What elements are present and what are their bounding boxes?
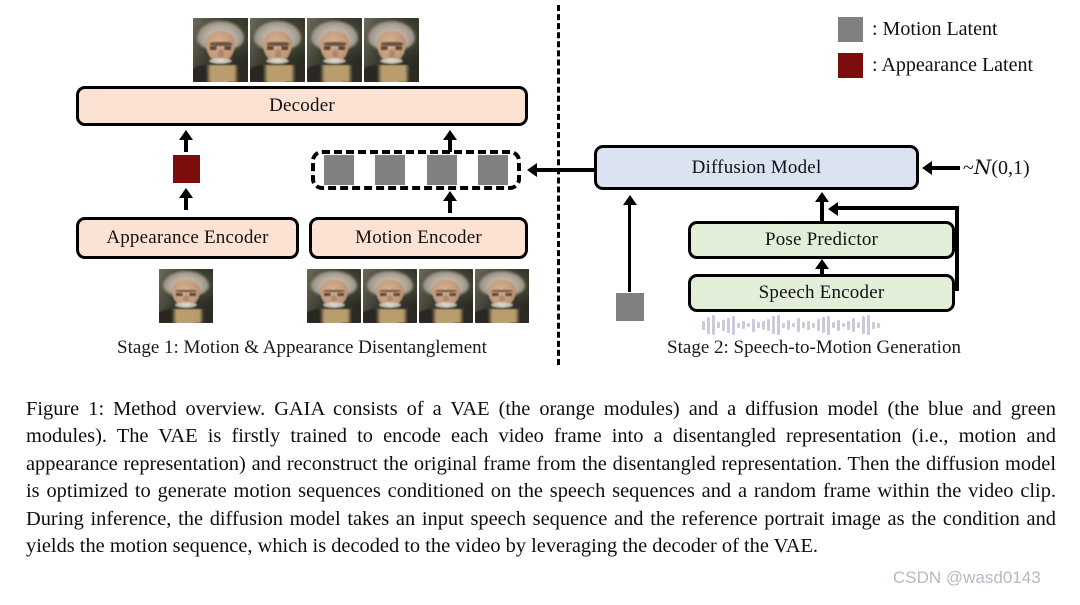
legend-item-label: : Appearance Latent [872, 54, 1034, 76]
input-frames-filmstrip [307, 269, 529, 323]
waveform-bar [737, 322, 740, 328]
appearance-encoder-box[interactable]: Appearance Encoder [76, 217, 299, 259]
motion-latent-swatch-icon [838, 17, 863, 42]
decoder-label: Decoder [269, 95, 335, 116]
waveform-bar [712, 315, 715, 335]
reconstructed-frames-filmstrip [193, 18, 419, 82]
motion-latent-square [477, 155, 508, 185]
video-frame [364, 18, 419, 82]
waveform-bar [782, 322, 785, 328]
waveform-bar [767, 319, 770, 331]
waveform-bar [797, 318, 800, 332]
waveform-bar [762, 320, 765, 330]
waveform-bar [807, 320, 810, 330]
legend-item-appearance-latent: : Appearance Latent [838, 53, 1033, 78]
feedback-path-vertical [955, 206, 959, 289]
waveform-bar [842, 323, 845, 327]
waveform-bar [872, 321, 875, 329]
waveform-bar [837, 319, 840, 331]
speech-encoder-box[interactable]: Speech Encoder [688, 274, 955, 312]
waveform-bar [707, 316, 710, 334]
waveform-bar [817, 319, 820, 331]
motion-latent-sequence-group [311, 150, 521, 190]
arrow-motion-encoder-to-latents [443, 191, 457, 213]
random-frame-motion-latent-square [616, 293, 644, 321]
speech-waveform [702, 313, 880, 337]
legend: : Motion Latent : Appearance Latent [838, 17, 1033, 89]
arrow-speech-encoder-to-diffusion [828, 202, 959, 217]
video-frame [475, 269, 529, 323]
script-n-glyph: N [973, 155, 992, 179]
motion-latent-square [375, 155, 406, 185]
appearance-latent-square [173, 155, 200, 183]
waveform-bar [857, 322, 860, 328]
stage-divider [557, 5, 560, 365]
appearance-encoder-label: Appearance Encoder [106, 227, 269, 248]
motion-latent-square [324, 155, 354, 185]
waveform-bar [777, 315, 780, 335]
watermark: CSDN @wasd0143 [893, 568, 1041, 587]
waveform-bar [732, 315, 735, 335]
waveform-bar [772, 316, 775, 334]
stage2-caption: Stage 2: Speech-to-Motion Generation [667, 337, 961, 358]
arrow-diffusion-to-motion-latents [527, 163, 595, 177]
video-frame [159, 269, 213, 323]
waveform-bar [752, 318, 755, 332]
video-frame [193, 18, 248, 82]
reference-frame-thumbnail [159, 269, 213, 323]
waveform-bar [832, 322, 835, 328]
waveform-bar [802, 322, 805, 328]
legend-item-label: : Motion Latent [872, 18, 998, 40]
waveform-bar [792, 323, 795, 327]
video-frame [419, 269, 473, 323]
figure-page: : Motion Latent : Appearance Latent Deco… [0, 0, 1080, 605]
pose-predictor-box[interactable]: Pose Predictor [688, 221, 955, 259]
waveform-bar [812, 322, 815, 328]
motion-latent-square [426, 155, 457, 185]
motion-encoder-label: Motion Encoder [355, 227, 482, 248]
diffusion-model-label: Diffusion Model [691, 156, 822, 178]
arrow-motion-latents-to-decoder [443, 130, 457, 152]
decoder-box[interactable]: Decoder [76, 86, 528, 126]
waveform-bar [877, 322, 880, 328]
waveform-bar [722, 319, 725, 331]
speech-encoder-label: Speech Encoder [758, 282, 885, 303]
waveform-bar [747, 323, 750, 327]
stage1-caption: Stage 1: Motion & Appearance Disentangle… [117, 337, 487, 358]
waveform-bar [867, 315, 870, 335]
waveform-bar [852, 318, 855, 332]
waveform-bar [822, 317, 825, 333]
waveform-bar [757, 322, 760, 328]
figure-caption: Figure 1: Method overview. GAIA consists… [26, 398, 1056, 558]
diffusion-model-box[interactable]: Diffusion Model [594, 145, 919, 190]
video-frame [307, 269, 361, 323]
legend-item-motion-latent: : Motion Latent [838, 17, 1033, 42]
waveform-bar [742, 321, 745, 329]
arrow-appearance-encoder-to-latent [179, 188, 193, 210]
waveform-bar [702, 320, 705, 330]
waveform-bar [787, 320, 790, 330]
video-frame [250, 18, 305, 82]
arrow-noise-to-diffusion [922, 161, 960, 175]
waveform-bar [827, 315, 830, 335]
arrow-pose-predictor-to-diffusion [815, 192, 829, 224]
motion-encoder-box[interactable]: Motion Encoder [309, 217, 528, 259]
appearance-latent-swatch-icon [838, 53, 863, 78]
noise-distribution-label: ~N(0,1) [963, 155, 1030, 179]
pose-predictor-label: Pose Predictor [764, 229, 879, 250]
waveform-bar [727, 317, 730, 333]
waveform-bar [862, 316, 865, 334]
video-frame [363, 269, 417, 323]
video-frame [307, 18, 362, 82]
arrow-appearance-latent-to-decoder [179, 130, 193, 152]
waveform-bar [847, 320, 850, 330]
waveform-bar [717, 322, 720, 328]
arrow-random-frame-latent-to-diffusion [623, 195, 637, 292]
